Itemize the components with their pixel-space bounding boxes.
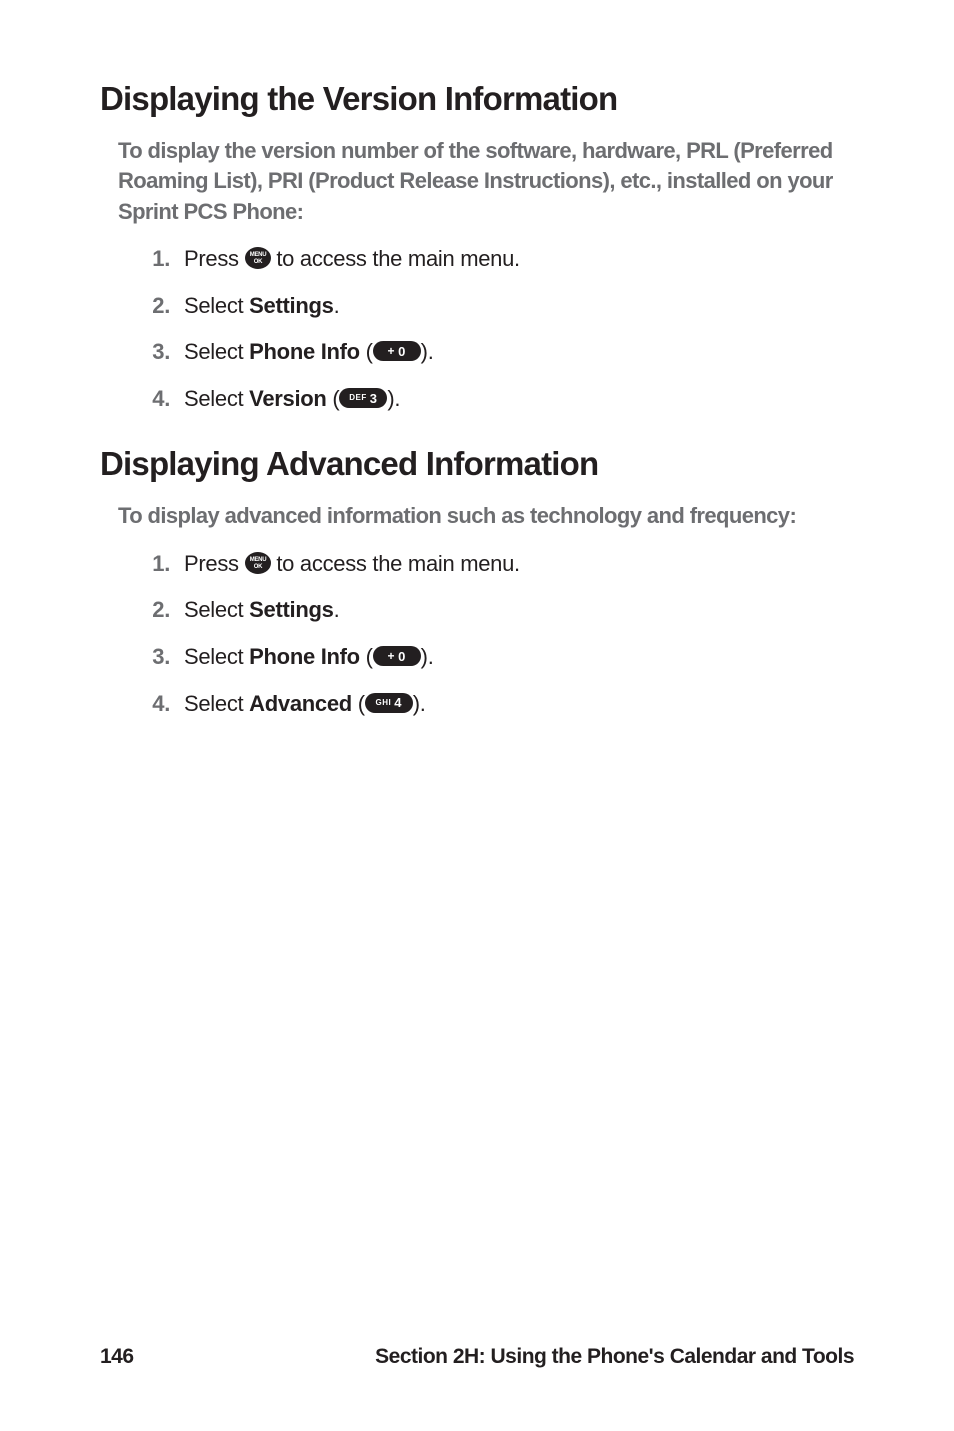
step-bold: Advanced: [249, 691, 352, 716]
step-item: Select Version (DEF3).: [136, 385, 854, 414]
step-bold: Settings: [249, 293, 333, 318]
key-prefix: +: [388, 345, 396, 357]
step-text: Select: [184, 386, 249, 411]
heading-advanced-info: Displaying Advanced Information: [100, 445, 854, 483]
heading-version-info: Displaying the Version Information: [100, 80, 854, 118]
page-footer: 146 Section 2H: Using the Phone's Calend…: [100, 1345, 854, 1369]
steps-version-info: Press MENUOK to access the main menu. Se…: [100, 245, 854, 413]
key-prefix: +: [388, 650, 396, 662]
intro-version-info: To display the version number of the sof…: [100, 136, 854, 227]
step-text: .: [334, 597, 340, 622]
step-text: Press: [184, 246, 245, 271]
page-content: Displaying the Version Information To di…: [100, 80, 854, 718]
menu-ok-icon: MENUOK: [245, 550, 271, 576]
step-item: Select Advanced (GHI4).: [136, 690, 854, 719]
step-item: Press MENUOK to access the main menu.: [136, 550, 854, 579]
step-bold: Phone Info: [249, 644, 360, 669]
step-item: Press MENUOK to access the main menu.: [136, 245, 854, 274]
step-text: ).: [421, 339, 434, 364]
key-number: 4: [394, 696, 402, 709]
key-ghi-4-icon: GHI4: [365, 693, 413, 713]
step-text: Select: [184, 597, 249, 622]
key-number: 0: [398, 650, 406, 663]
step-text: ).: [387, 386, 400, 411]
key-plus-0-icon: +0: [373, 646, 421, 666]
step-text: Select: [184, 691, 249, 716]
step-bold: Phone Info: [249, 339, 360, 364]
step-text: ).: [421, 644, 434, 669]
svg-text:MENU: MENU: [249, 252, 265, 258]
key-number: 3: [370, 392, 378, 405]
key-plus-0-icon: +0: [373, 341, 421, 361]
step-text: (: [360, 644, 373, 669]
step-item: Select Settings.: [136, 292, 854, 321]
step-text: Press: [184, 551, 245, 576]
step-item: Select Phone Info (+0).: [136, 643, 854, 672]
step-text: Select: [184, 644, 249, 669]
step-bold: Version: [249, 386, 326, 411]
step-item: Select Phone Info (+0).: [136, 338, 854, 367]
step-text: Select: [184, 339, 249, 364]
step-item: Select Settings.: [136, 596, 854, 625]
key-number: 0: [398, 345, 406, 358]
svg-text:OK: OK: [253, 259, 262, 265]
step-text: ).: [413, 691, 426, 716]
step-text: to access the main menu.: [271, 246, 520, 271]
step-text: Select: [184, 293, 249, 318]
step-text: (: [352, 691, 365, 716]
step-bold: Settings: [249, 597, 333, 622]
svg-text:OK: OK: [253, 564, 262, 570]
key-prefix: DEF: [349, 394, 367, 402]
step-text: (: [360, 339, 373, 364]
step-text: to access the main menu.: [271, 551, 520, 576]
step-text: .: [334, 293, 340, 318]
section-label: Section 2H: Using the Phone's Calendar a…: [375, 1345, 854, 1369]
page-number: 146: [100, 1345, 134, 1369]
menu-ok-icon: MENUOK: [245, 245, 271, 271]
svg-text:MENU: MENU: [249, 557, 265, 563]
intro-advanced-info: To display advanced information such as …: [100, 501, 854, 531]
key-prefix: GHI: [376, 699, 392, 707]
steps-advanced-info: Press MENUOK to access the main menu. Se…: [100, 550, 854, 718]
key-def-3-icon: DEF3: [339, 388, 387, 408]
step-text: (: [327, 386, 340, 411]
